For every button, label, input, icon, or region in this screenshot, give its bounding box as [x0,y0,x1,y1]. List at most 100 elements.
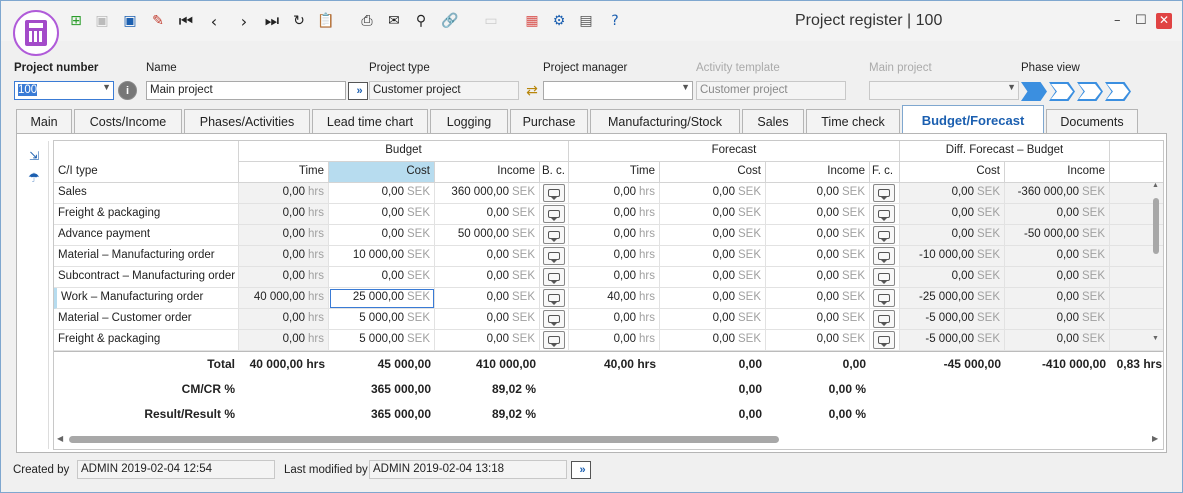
col-forecast-comment[interactable]: F. c. [870,162,900,183]
cell-f-time[interactable]: 40,00 hrs [569,288,660,309]
save-icon[interactable]: ▣ [93,12,111,30]
umbrella-icon[interactable]: ☂ [25,169,43,187]
comment-cell[interactable] [540,225,569,246]
delete-icon[interactable]: ✎ [149,12,167,30]
close-button[interactable]: ✕ [1156,13,1172,29]
save-as-icon[interactable]: ▣ [121,12,139,30]
cell-f-time[interactable]: 0,00 hrs [569,183,660,204]
minimize-button[interactable]: – [1114,13,1121,28]
cell-f-income[interactable]: 0,00 SEK [766,183,870,204]
cell-b-income[interactable]: 0,00 SEK [435,267,540,288]
cell-f-time[interactable]: 0,00 hrs [569,309,660,330]
new-icon[interactable]: ⊞ [67,12,85,30]
tab-documents[interactable]: Documents [1046,109,1138,134]
cell-b-income[interactable]: 360 000,00 SEK [435,183,540,204]
comment-icon[interactable] [543,268,565,286]
comment-cell[interactable] [870,309,900,330]
cell-f-income[interactable]: 0,00 SEK [766,204,870,225]
comment-cell[interactable] [870,225,900,246]
cell-f-time[interactable]: 0,00 hrs [569,330,660,351]
tab-logging[interactable]: Logging [430,109,508,134]
cell-f-income[interactable]: 0,00 SEK [766,267,870,288]
cell-b-income[interactable]: 0,00 SEK [435,330,540,351]
comment-cell[interactable] [540,204,569,225]
comment-cell[interactable] [540,183,569,204]
col-diff-cost[interactable]: Cost [900,162,1005,183]
comment-cell[interactable] [540,309,569,330]
vertical-scrollbar[interactable]: ▲ ▼ [1150,182,1162,345]
comment-icon[interactable] [873,289,895,307]
settings-gear-icon[interactable]: ⚙ [550,12,568,30]
cell-f-income[interactable]: 0,00 SEK [766,309,870,330]
maximize-button[interactable]: ☐ [1135,13,1147,28]
horizontal-scrollbar[interactable]: ◀ ▶ [55,433,1163,447]
col-forecast-cost[interactable]: Cost [660,162,766,183]
comment-icon[interactable] [543,331,565,349]
comment-cell[interactable] [540,288,569,309]
col-budget-comment[interactable]: B. c. [540,162,569,183]
cell-f-time[interactable]: 0,00 hrs [569,204,660,225]
cell-f-cost[interactable]: 0,00 SEK [660,204,766,225]
tab-budget-forecast[interactable]: Budget/Forecast [902,105,1044,135]
link-icon[interactable]: 🔗 [441,12,459,30]
cell-f-income[interactable]: 0,00 SEK [766,288,870,309]
cell-b-income[interactable]: 0,00 SEK [435,288,540,309]
comment-cell[interactable] [540,267,569,288]
tab-phases-activities[interactable]: Phases/Activities [184,109,310,134]
comment-cell[interactable] [870,330,900,351]
project-number-field[interactable]: 100 ▼ [14,81,114,100]
help-icon[interactable]: ? [606,12,624,30]
comment-icon[interactable] [873,184,895,202]
tab-manufacturing-stock[interactable]: Manufacturing/Stock [590,109,740,134]
cell-b-income[interactable]: 50 000,00 SEK [435,225,540,246]
comment-icon[interactable] [543,205,565,223]
cell-f-time[interactable]: 0,00 hrs [569,225,660,246]
comment-icon[interactable] [543,226,565,244]
comment-cell[interactable] [870,246,900,267]
project-manager-field[interactable]: ▼ [543,81,693,100]
comment-cell[interactable] [870,288,900,309]
phase-view[interactable] [1021,82,1133,101]
comment-icon[interactable] [543,289,565,307]
comment-icon[interactable] [873,205,895,223]
tab-costs-income[interactable]: Costs/Income [74,109,182,134]
cell-b-cost[interactable]: 25 000,00 SEK [329,288,435,309]
go-to-project-type-button[interactable]: » [348,82,368,100]
expand-tree-icon[interactable]: ⇲ [25,147,43,165]
cell-b-cost[interactable]: 0,00 SEK [329,225,435,246]
comment-icon[interactable] [543,184,565,202]
col-forecast-time[interactable]: Time [569,162,660,183]
comment-icon[interactable] [873,247,895,265]
col-forecast-income[interactable]: Income [766,162,870,183]
cell-f-income[interactable]: 0,00 SEK [766,225,870,246]
comment-icon[interactable] [873,268,895,286]
comment-cell[interactable] [870,204,900,225]
comment-cell[interactable] [870,267,900,288]
comment-cell[interactable] [540,330,569,351]
clipboard-icon[interactable]: 📋 [317,12,335,30]
col-ci-type[interactable]: C/I type [54,162,239,183]
tab-sales[interactable]: Sales [742,109,804,134]
vertical-scroll-thumb[interactable] [1153,198,1159,254]
swap-arrows-icon[interactable]: ⇄ [523,82,541,100]
cell-f-cost[interactable]: 0,00 SEK [660,225,766,246]
horizontal-scroll-thumb[interactable] [69,436,779,443]
first-record-icon[interactable]: ⏮ [177,11,195,30]
print-icon[interactable]: ⎙ [358,12,376,30]
cell-b-cost[interactable]: 0,00 SEK [329,204,435,225]
comment-icon[interactable] [873,226,895,244]
cell-f-cost[interactable]: 0,00 SEK [660,246,766,267]
previous-record-icon[interactable]: ‹ [205,12,223,31]
comment-icon[interactable] [873,331,895,349]
cell-f-cost[interactable]: 0,00 SEK [660,267,766,288]
cell-f-time[interactable]: 0,00 hrs [569,267,660,288]
cell-f-cost[interactable]: 0,00 SEK [660,309,766,330]
col-budget-time[interactable]: Time [239,162,329,183]
cell-b-cost[interactable]: 10 000,00 SEK [329,246,435,267]
go-to-log-button[interactable]: » [571,461,591,479]
tab-time-check[interactable]: Time check [806,109,900,134]
mail-icon[interactable]: ✉ [385,12,403,30]
info-icon[interactable]: i [118,81,137,100]
cell-f-income[interactable]: 0,00 SEK [766,330,870,351]
cell-f-income[interactable]: 0,00 SEK [766,246,870,267]
